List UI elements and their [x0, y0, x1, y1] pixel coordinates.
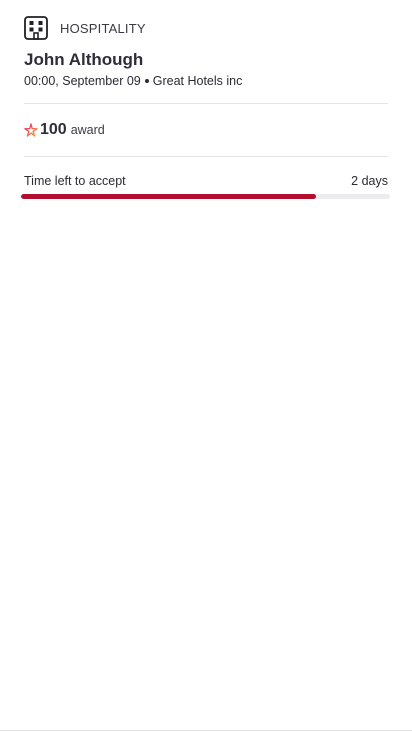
job-offer-card[interactable]: HOSPITALITY John Although 00:00, Septemb… [21, 16, 390, 199]
category-label: HOSPITALITY [60, 20, 146, 36]
separator-dot [144, 79, 149, 83]
job-meta: 00:00, September 09 Great Hotels inc [24, 73, 388, 89]
time-left-progress-bar [21, 194, 390, 199]
award-row: 100 award [24, 104, 388, 156]
candidate-name: John Although [24, 50, 144, 69]
timer-row: Time left to accept 2 days [24, 174, 388, 188]
award-value: 100 [40, 121, 67, 138]
star-icon [24, 123, 38, 137]
job-time: 00:00, September 09 [24, 74, 141, 88]
category-row: HOSPITALITY [24, 16, 388, 40]
time-left-progress-fill [21, 194, 317, 199]
bottom-divider [0, 730, 412, 731]
job-offer-screen: HOSPITALITY John Although 00:00, Septemb… [0, 0, 412, 732]
divider [24, 156, 388, 157]
timer-label: Time left to accept [24, 174, 126, 188]
award-label: award [70, 123, 105, 137]
building-icon [24, 16, 48, 40]
timer-remaining: 2 days [351, 174, 388, 188]
company-name: Great Hotels inc [152, 74, 243, 88]
